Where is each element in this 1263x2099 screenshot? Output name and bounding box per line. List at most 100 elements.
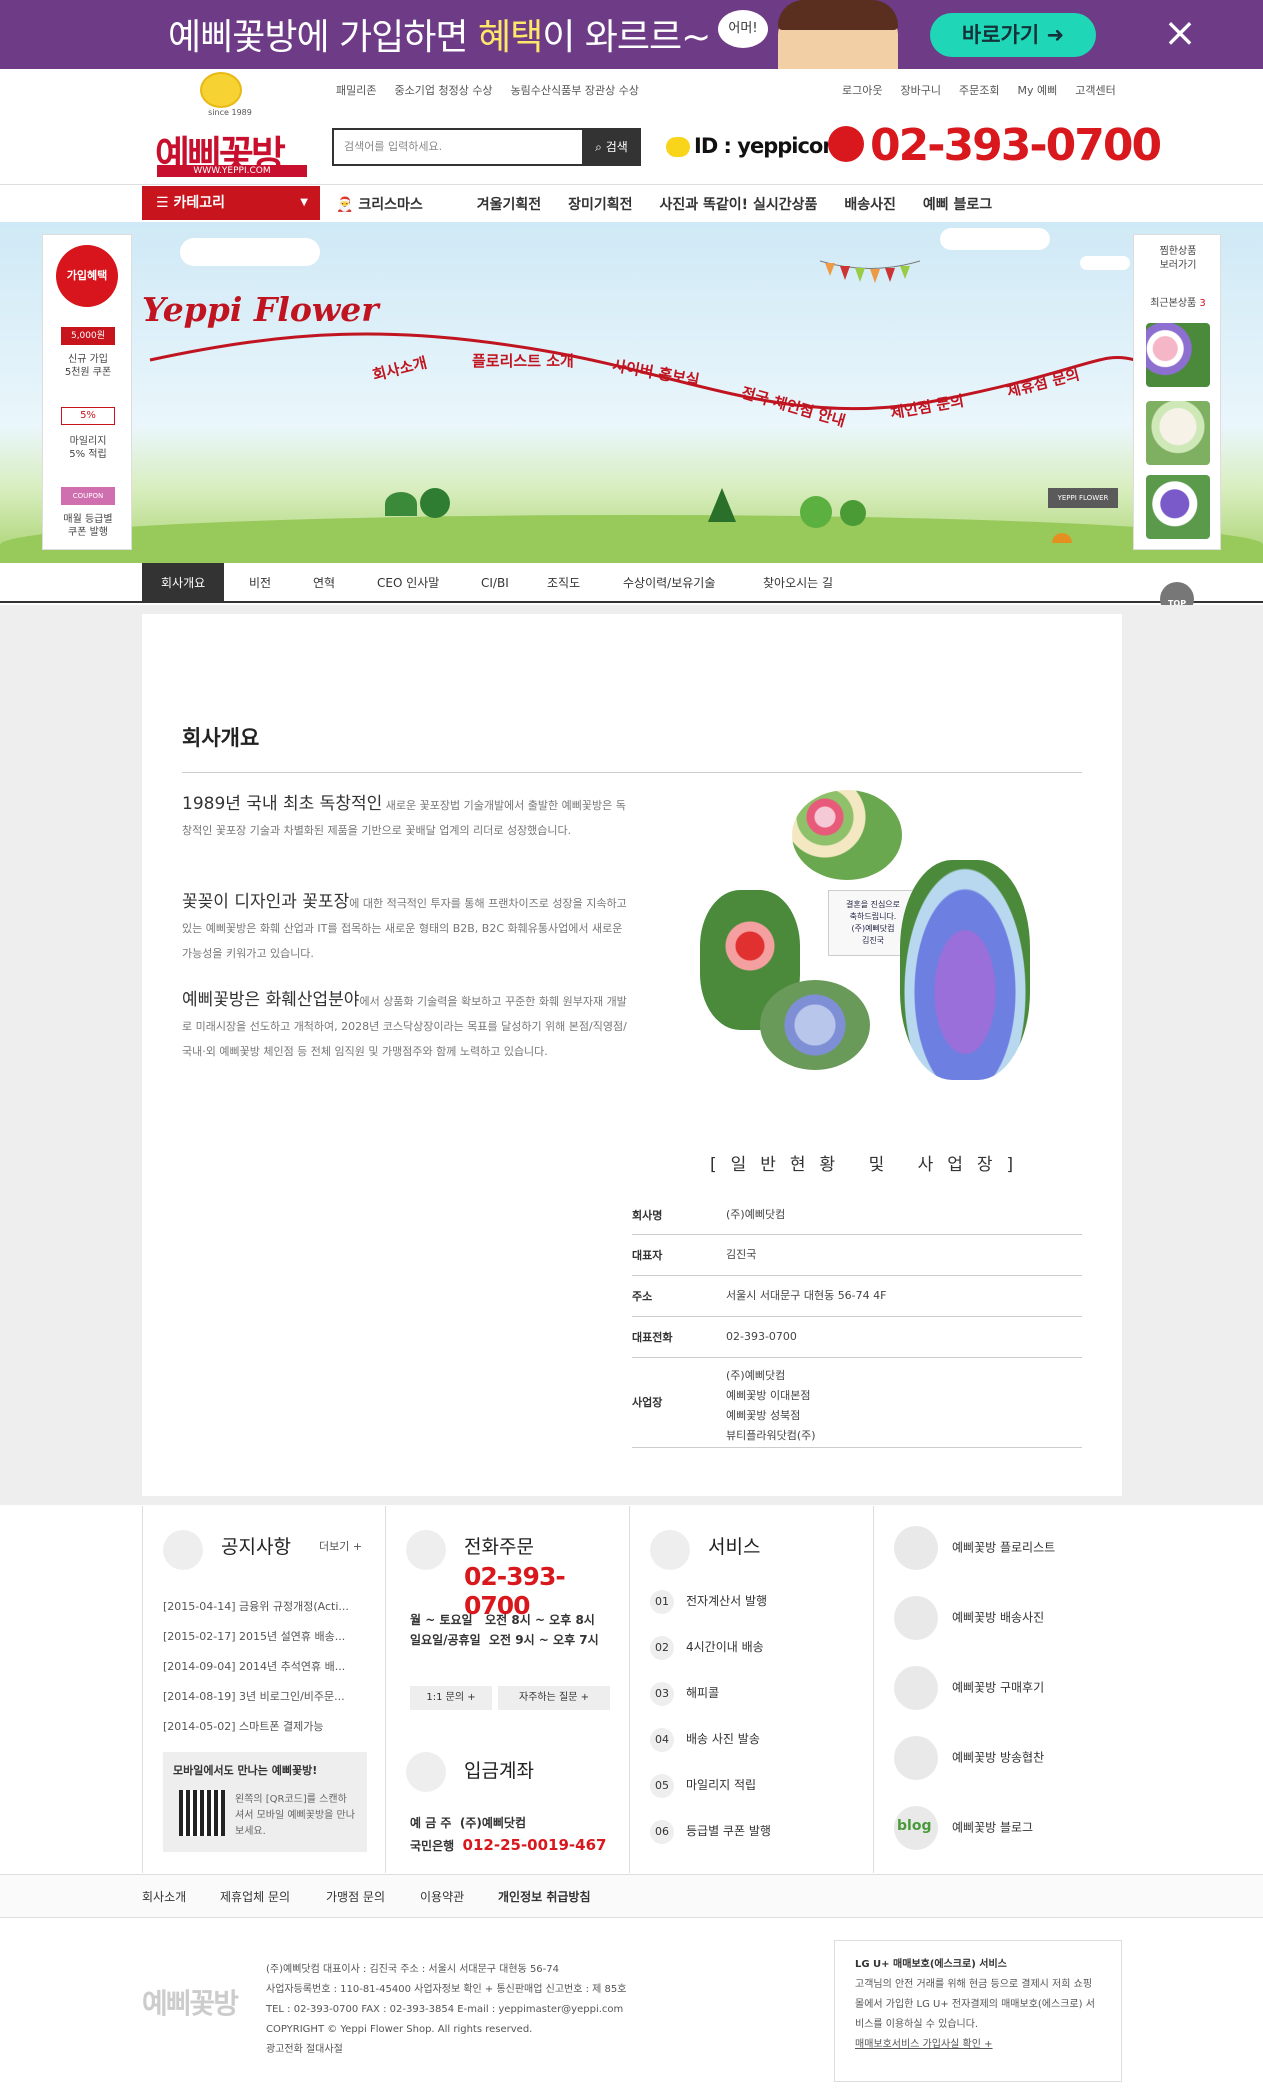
phone-icon — [828, 126, 864, 162]
footer-about-link[interactable]: 회사소개 — [142, 1875, 186, 1919]
footer-partner-link[interactable]: 제휴업체 문의 — [220, 1875, 290, 1919]
customer-center-link[interactable]: 고객센터 — [1075, 84, 1115, 97]
notice-item[interactable]: [2014-05-02] 스마트폰 결제가능 — [163, 1718, 323, 1734]
mobile-text: 왼쪽의 [QR코드]를 스캔하셔서 모바일 예삐꽃방을 만나보세요. — [235, 1794, 355, 1837]
cloud — [180, 238, 320, 266]
intro-paragraph: 꽃꽂이 디자인과 꽃포장에 대한 적극적인 투자를 통해 프랜차이즈로 성장을 … — [182, 892, 627, 960]
notice-more-link[interactable]: 더보기 + — [319, 1538, 362, 1554]
cloud — [940, 228, 1050, 250]
top-utility-links: 로그아웃 장바구니 주문조회 My 예삐 고객센터 — [824, 82, 1116, 98]
nav-christmas[interactable]: 🎅 크리스마스 — [336, 197, 450, 213]
brand-links-column: 예삐꽃방 플로리스트 예삐꽃방 배송사진 예삐꽃방 구매후기 예삐꽃방 방송협찬… — [874, 1506, 1122, 1873]
service-item: 05 마일리지 적립 — [650, 1774, 756, 1798]
delivery-photo-link[interactable]: 예삐꽃방 배송사진 — [894, 1596, 1044, 1640]
flower-arrangement-image: 결혼을 진심으로 축하드립니다. (주)예삐닷컴 김진국 — [680, 790, 1060, 1080]
banner-speech-bubble: 어머! — [718, 10, 768, 48]
escrow-link[interactable]: 매매보호서비스 가입사실 확인 + — [855, 2035, 1101, 2055]
notice-item[interactable]: [2014-09-04] 2014년 추석연휴 배... — [163, 1658, 345, 1674]
mobile-qr-box: 모바일에서도 만나는 예삐꽃방! 왼쪽의 [QR코드]를 스캔하셔서 모바일 예… — [163, 1752, 367, 1852]
award-link[interactable]: 중소기업 청정상 수상 — [394, 84, 492, 97]
operator-icon — [406, 1530, 446, 1570]
section-title: [일반현황 및 사업장] — [710, 1155, 1028, 1175]
inquiry-button[interactable]: 1:1 문의 + — [410, 1686, 492, 1710]
hero-link-florist[interactable]: 플로리스트 소개 — [472, 350, 574, 371]
site-logo[interactable]: since 1989 예삐꽃방 WWW.YEPPI.COM — [155, 72, 311, 180]
phone-order-column: 전화주문 02-393-0700 월 ~ 토요일 오전 8시 ~ 오후 8시 일… — [386, 1506, 630, 1873]
footer-terms-link[interactable]: 이용약관 — [420, 1875, 464, 1919]
banner-go-button[interactable]: 바로가기 ➜ — [930, 13, 1096, 57]
broadcast-link[interactable]: 예삐꽃방 방송협찬 — [894, 1736, 1044, 1780]
row-value: (주)예삐닷컴 — [726, 1208, 786, 1221]
footer-privacy-link[interactable]: 개인정보 취급방침 — [498, 1875, 591, 1919]
nav-winter[interactable]: 겨울기획전 — [477, 197, 541, 213]
recent-products-label: 최근본상품 3 — [1150, 298, 1206, 309]
nav-rose[interactable]: 장미기획전 — [568, 197, 632, 213]
review-link[interactable]: 예삐꽃방 구매후기 — [894, 1666, 1044, 1710]
award-link[interactable]: 농림수산식품부 장관상 수상 — [511, 84, 639, 97]
nav-delivery-photos[interactable]: 배송사진 — [844, 197, 896, 213]
award-link[interactable]: 패밀리존 — [336, 84, 376, 97]
blog-link[interactable]: blog 예삐꽃방 블로그 — [894, 1806, 1033, 1850]
kakao-id: ID : yeppicom — [666, 134, 844, 158]
row-value: 예삐꽃방 성북점 — [726, 1409, 801, 1422]
tab-ci-bi[interactable]: CI/BI — [462, 563, 528, 603]
footer-franchise-link[interactable]: 가맹점 문의 — [326, 1875, 385, 1919]
florist-link[interactable]: 예삐꽃방 플로리스트 — [894, 1526, 1055, 1570]
tab-ceo-greeting[interactable]: CEO 인사말 — [358, 563, 458, 603]
wishlist-link[interactable]: 찜한상품 보러가기 — [1134, 245, 1222, 273]
banner-text: 예삐꽃방에 가입하면 혜택이 와르르~ — [168, 17, 711, 58]
blog-icon: blog — [894, 1806, 938, 1850]
notice-item[interactable]: [2015-04-14] 금융위 규정개정(Acti... — [163, 1598, 349, 1614]
mobile-title: 모바일에서도 만나는 예삐꽃방! — [173, 1764, 318, 1777]
search-button[interactable]: ⌕ 검색 — [582, 128, 641, 166]
member-benefits-panel[interactable]: 가입혜택 5,000원 신규 가입 5천원 쿠폰 5% 마일리지 5% 적립 C… — [42, 234, 132, 550]
notice-column: 공지사항 더보기 + [2015-04-14] 금융위 규정개정(Acti...… — [142, 1506, 386, 1873]
mileage-badge: 5% — [61, 407, 115, 425]
kakao-talk-icon — [666, 137, 690, 157]
benefit-monthly-coupon[interactable]: 매월 등급별 쿠폰 발행 — [43, 513, 133, 539]
row-label: 회사명 — [632, 1209, 663, 1222]
coupon-badge: 5,000원 — [61, 327, 115, 345]
row-label: 주소 — [632, 1290, 653, 1303]
my-yeppi-link[interactable]: My 예삐 — [1017, 84, 1057, 97]
nav-realtime[interactable]: 사진과 똑같이! 실시간상품 — [660, 197, 818, 213]
faq-button[interactable]: 자주하는 질문 + — [498, 1686, 610, 1710]
cart-link[interactable]: 장바구니 — [900, 84, 940, 97]
tab-overview[interactable]: 회사개요 — [142, 563, 225, 603]
footer-line: COPYRIGHT © Yeppi Flower Shop. All right… — [266, 2024, 533, 2035]
order-lookup-link[interactable]: 주문조회 — [959, 84, 999, 97]
footer-columns: 공지사항 더보기 + [2015-04-14] 금융위 규정개정(Acti...… — [142, 1506, 1122, 1873]
notice-item[interactable]: [2015-02-17] 2015년 설연휴 배송... — [163, 1628, 345, 1644]
tab-directions[interactable]: 찾아오시는 길 — [744, 563, 852, 603]
search-input[interactable]: 검색어를 입력하세요. — [332, 128, 582, 166]
notice-item[interactable]: [2014-08-19] 3년 비로그인/비주문... — [163, 1688, 345, 1704]
recent-product-thumb[interactable] — [1146, 475, 1210, 539]
table-row: 사업장 (주)예삐닷컴 예삐꽃방 이대본점 예삐꽃방 성북점 뷰티플라워닷컴(주… — [632, 1358, 1082, 1448]
tab-history[interactable]: 연혁 — [294, 563, 354, 603]
logout-link[interactable]: 로그아웃 — [842, 84, 882, 97]
tree — [420, 488, 450, 518]
header-phone: 02-393-0700 — [828, 120, 1162, 171]
business-hours: 월 ~ 토요일 오전 8시 ~ 오후 8시 일요일/공휴일 오전 9시 ~ 오후… — [410, 1613, 599, 1647]
phone-order-title: 전화주문 — [464, 1536, 534, 1558]
nav-blog[interactable]: 예삐 블로그 — [923, 197, 992, 213]
logo-url: WWW.YEPPI.COM — [157, 165, 307, 177]
row-label: 대표자 — [632, 1249, 663, 1262]
close-icon[interactable]: × — [1160, 13, 1200, 53]
tab-organization[interactable]: 조직도 — [528, 563, 599, 603]
service-item: 04 배송 사진 발송 — [650, 1728, 760, 1752]
tab-awards[interactable]: 수상이력/보유기술 — [604, 563, 734, 603]
benefit-mileage[interactable]: 마일리지 5% 적립 — [43, 435, 133, 461]
category-menu-button[interactable]: ☰ 카테고리 ▼ — [142, 186, 320, 220]
promo-banner[interactable]: 예삐꽃방에 가입하면 혜택이 와르르~ 어머! 바로가기 ➜ × — [0, 0, 1263, 69]
recent-product-thumb[interactable] — [1146, 401, 1210, 465]
service-item: 02 4시간이내 배송 — [650, 1636, 764, 1660]
benefit-signup-coupon[interactable]: 신규 가입 5천원 쿠폰 — [43, 353, 133, 379]
service-title: 서비스 — [708, 1536, 761, 1558]
hero-sign: YEPPI FLOWER — [1048, 488, 1118, 508]
sun-mascot-icon — [200, 72, 242, 108]
recent-product-thumb[interactable] — [1146, 323, 1210, 387]
benefits-badge[interactable]: 가입혜택 — [56, 245, 118, 307]
chevron-down-icon: ▼ — [300, 197, 308, 208]
tab-vision[interactable]: 비전 — [230, 563, 290, 603]
